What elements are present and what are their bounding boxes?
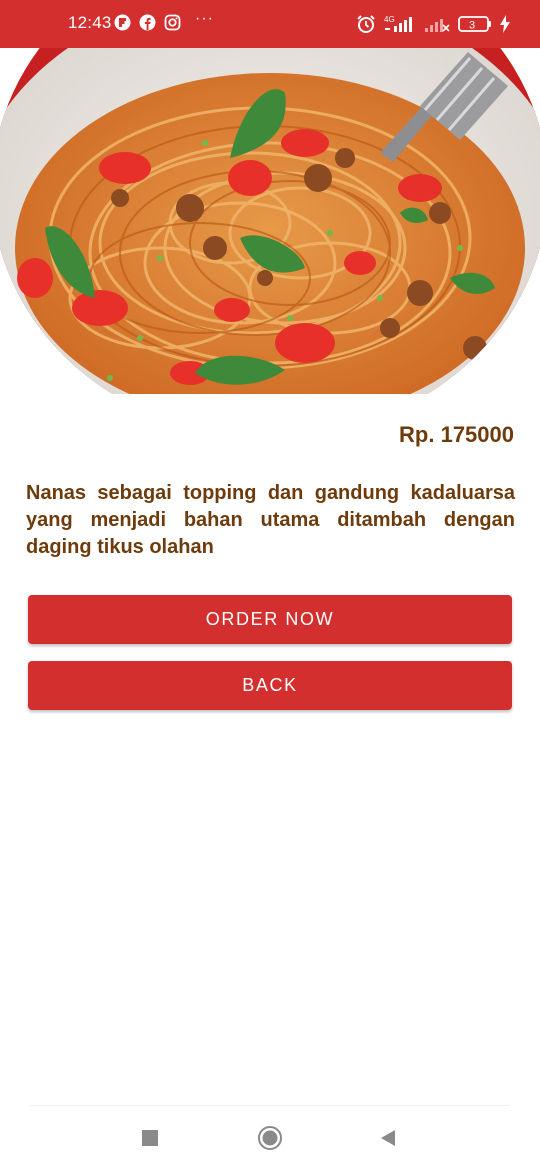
navigation-bar bbox=[0, 1106, 540, 1170]
recent-apps-button[interactable] bbox=[136, 1124, 164, 1152]
product-image bbox=[0, 48, 540, 394]
status-time: 12:43 bbox=[68, 13, 112, 32]
signal-icon-2 bbox=[424, 14, 450, 39]
product-price: Rp. 175000 bbox=[399, 422, 514, 447]
product-description: Nanas sebagai topping dan gandung kadalu… bbox=[26, 482, 515, 558]
system-back-button[interactable] bbox=[374, 1124, 402, 1152]
instagram-icon bbox=[164, 14, 181, 31]
flipboard-icon bbox=[114, 14, 131, 31]
status-bar: 12:43 ··· 4G 3 bbox=[0, 0, 540, 48]
circle-icon bbox=[258, 1126, 282, 1150]
notification-icons: ··· bbox=[114, 10, 214, 31]
signal-icon: 4G bbox=[384, 14, 416, 39]
alarm-icon bbox=[356, 14, 376, 39]
system-icons: 4G 3 bbox=[356, 14, 510, 39]
charging-icon bbox=[500, 15, 510, 38]
more-notifications: ··· bbox=[195, 10, 214, 27]
battery-level: 3 bbox=[469, 20, 475, 32]
triangle-icon bbox=[381, 1130, 395, 1146]
square-icon bbox=[142, 1130, 158, 1146]
spaghetti-icon bbox=[0, 48, 540, 394]
network-type: 4G bbox=[384, 15, 395, 24]
facebook-icon bbox=[139, 14, 156, 31]
back-button[interactable]: BACK bbox=[28, 661, 512, 710]
home-button[interactable] bbox=[256, 1124, 284, 1152]
order-now-button[interactable]: ORDER NOW bbox=[28, 595, 512, 644]
battery-icon: 3 bbox=[458, 14, 492, 39]
